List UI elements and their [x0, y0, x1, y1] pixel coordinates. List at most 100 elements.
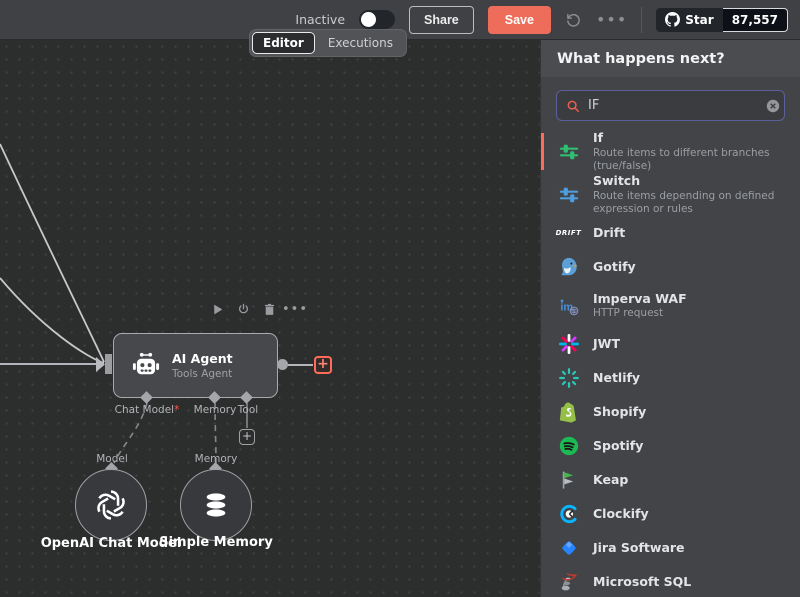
- agent-output-port[interactable]: [277, 359, 288, 370]
- node-item-description: Route items to different branches (true/…: [593, 147, 785, 173]
- node-item-text: Imperva WAF HTTP request: [593, 291, 687, 321]
- share-button[interactable]: Share: [409, 6, 474, 34]
- github-icon: [665, 12, 680, 27]
- drift-icon: DRIFT: [556, 221, 581, 246]
- node-item-title: Jira Software: [593, 540, 685, 556]
- node-item-description: Route items depending on defined express…: [593, 190, 785, 216]
- github-star-count: 87,557: [723, 8, 788, 32]
- node-item-shopify[interactable]: Shopify: [541, 395, 800, 429]
- node-item-clockify[interactable]: Clockify: [541, 497, 800, 531]
- node-item-gotify[interactable]: Gotify: [541, 250, 800, 284]
- power-icon[interactable]: [236, 302, 250, 316]
- node-item-title: Drift: [593, 225, 625, 241]
- node-item-title: Imperva WAF: [593, 291, 687, 307]
- node-item-if[interactable]: If Route items to different branches (tr…: [541, 130, 800, 173]
- keap-icon: [556, 468, 581, 493]
- node-item-netlify[interactable]: Netlify: [541, 361, 800, 395]
- openai-logo-icon: [93, 487, 129, 523]
- node-item-drift[interactable]: DRIFT Drift: [541, 216, 800, 250]
- node-item-title: Microsoft SQL: [593, 574, 691, 590]
- node-item-title: Spotify: [593, 438, 643, 454]
- workflow-status-label: Inactive: [295, 12, 345, 27]
- node-search-box: [556, 90, 785, 121]
- node-item-title: Clockify: [593, 506, 649, 522]
- node-item-text: Keap: [593, 472, 628, 488]
- agent-node-title: AI Agent: [172, 351, 233, 366]
- node-item-jira-software[interactable]: Jira Software: [541, 531, 800, 565]
- node-item-title: Gotify: [593, 259, 636, 275]
- node-item-text: Microsoft SQL: [593, 574, 691, 590]
- node-item-jwt[interactable]: JWT: [541, 327, 800, 361]
- agent-node-subtitle: Tools Agent: [172, 368, 233, 380]
- node-item-text: Switch Route items depending on defined …: [593, 173, 785, 216]
- node-item-text: Shopify: [593, 404, 646, 420]
- node-item-keap[interactable]: Keap: [541, 463, 800, 497]
- node-results-list: If Route items to different branches (tr…: [541, 130, 800, 597]
- node-item-title: Shopify: [593, 404, 646, 420]
- node-picker-panel: What happens next? If Route items to dif…: [540, 40, 800, 597]
- tab-executions[interactable]: Executions: [317, 32, 404, 54]
- gotify-icon: [556, 255, 581, 280]
- search-icon: [566, 99, 580, 113]
- node-item-text: Netlify: [593, 370, 640, 386]
- history-icon[interactable]: [565, 11, 582, 28]
- tab-editor[interactable]: Editor: [252, 32, 315, 54]
- database-icon: [200, 489, 232, 521]
- topbar-divider: [641, 7, 642, 33]
- shopify-icon: [556, 400, 581, 425]
- panel-header: What happens next?: [541, 40, 800, 77]
- node-item-text: If Route items to different branches (tr…: [593, 130, 785, 173]
- clockify-icon: [556, 502, 581, 527]
- save-button[interactable]: Save: [488, 6, 551, 34]
- chat-model-port-label: Chat Model*: [102, 404, 192, 416]
- tool-port-label: Tool: [228, 404, 268, 416]
- memory-node-label: Simple Memory: [146, 535, 286, 550]
- ai-agent-node[interactable]: AI Agent Tools Agent: [113, 333, 278, 398]
- play-icon[interactable]: [210, 302, 224, 316]
- workflow-canvas[interactable]: ••• AI Agent Tools Agent + Chat Model* M…: [0, 40, 540, 597]
- more-options-icon[interactable]: •••: [596, 10, 627, 29]
- node-item-text: Gotify: [593, 259, 636, 275]
- jwt-icon: [556, 332, 581, 357]
- node-item-description: HTTP request: [593, 307, 687, 320]
- input-wire-2: [0, 278, 104, 363]
- netlify-icon: [556, 366, 581, 391]
- switch-icon: [556, 182, 581, 207]
- node-item-microsoft-sql[interactable]: Microsoft SQL: [541, 565, 800, 597]
- node-item-text: Clockify: [593, 506, 649, 522]
- search-input[interactable]: [588, 98, 758, 113]
- panel-title: What happens next?: [557, 51, 725, 67]
- node-item-spotify[interactable]: Spotify: [541, 429, 800, 463]
- node-item-title: If: [593, 130, 785, 146]
- github-star-widget[interactable]: Star 87,557: [656, 8, 788, 32]
- active-toggle[interactable]: [359, 10, 395, 29]
- node-item-title: Switch: [593, 173, 785, 189]
- node-item-switch[interactable]: Switch Route items depending on defined …: [541, 173, 800, 216]
- node-item-text: Drift: [593, 225, 625, 241]
- add-tool-button[interactable]: +: [239, 429, 255, 445]
- required-mark: *: [174, 404, 179, 416]
- add-node-button[interactable]: +: [314, 356, 332, 374]
- openai-chat-model-node[interactable]: [75, 469, 147, 541]
- clear-search-icon[interactable]: [766, 99, 780, 113]
- editor-tab-switcher: Editor Executions: [249, 29, 407, 57]
- mssql-icon: [556, 570, 581, 595]
- node-item-imperva-waf[interactable]: im Imperva WAF HTTP request: [541, 284, 800, 327]
- node-item-text: JWT: [593, 336, 620, 352]
- node-more-options-icon[interactable]: •••: [288, 302, 302, 316]
- toggle-knob: [361, 12, 376, 27]
- node-toolbar: •••: [210, 302, 302, 316]
- github-star-label: Star: [685, 13, 713, 27]
- jira-icon: [556, 536, 581, 561]
- node-item-text: Jira Software: [593, 540, 685, 556]
- if-icon: [556, 139, 581, 164]
- robot-icon: [130, 350, 162, 382]
- spotify-icon: [556, 434, 581, 459]
- agent-input-port[interactable]: [105, 354, 112, 374]
- node-item-title: Netlify: [593, 370, 640, 386]
- imperva-icon: im: [556, 293, 581, 318]
- trash-icon[interactable]: [262, 302, 276, 316]
- node-item-title: JWT: [593, 336, 620, 352]
- simple-memory-node[interactable]: [180, 469, 252, 541]
- node-item-text: Spotify: [593, 438, 643, 454]
